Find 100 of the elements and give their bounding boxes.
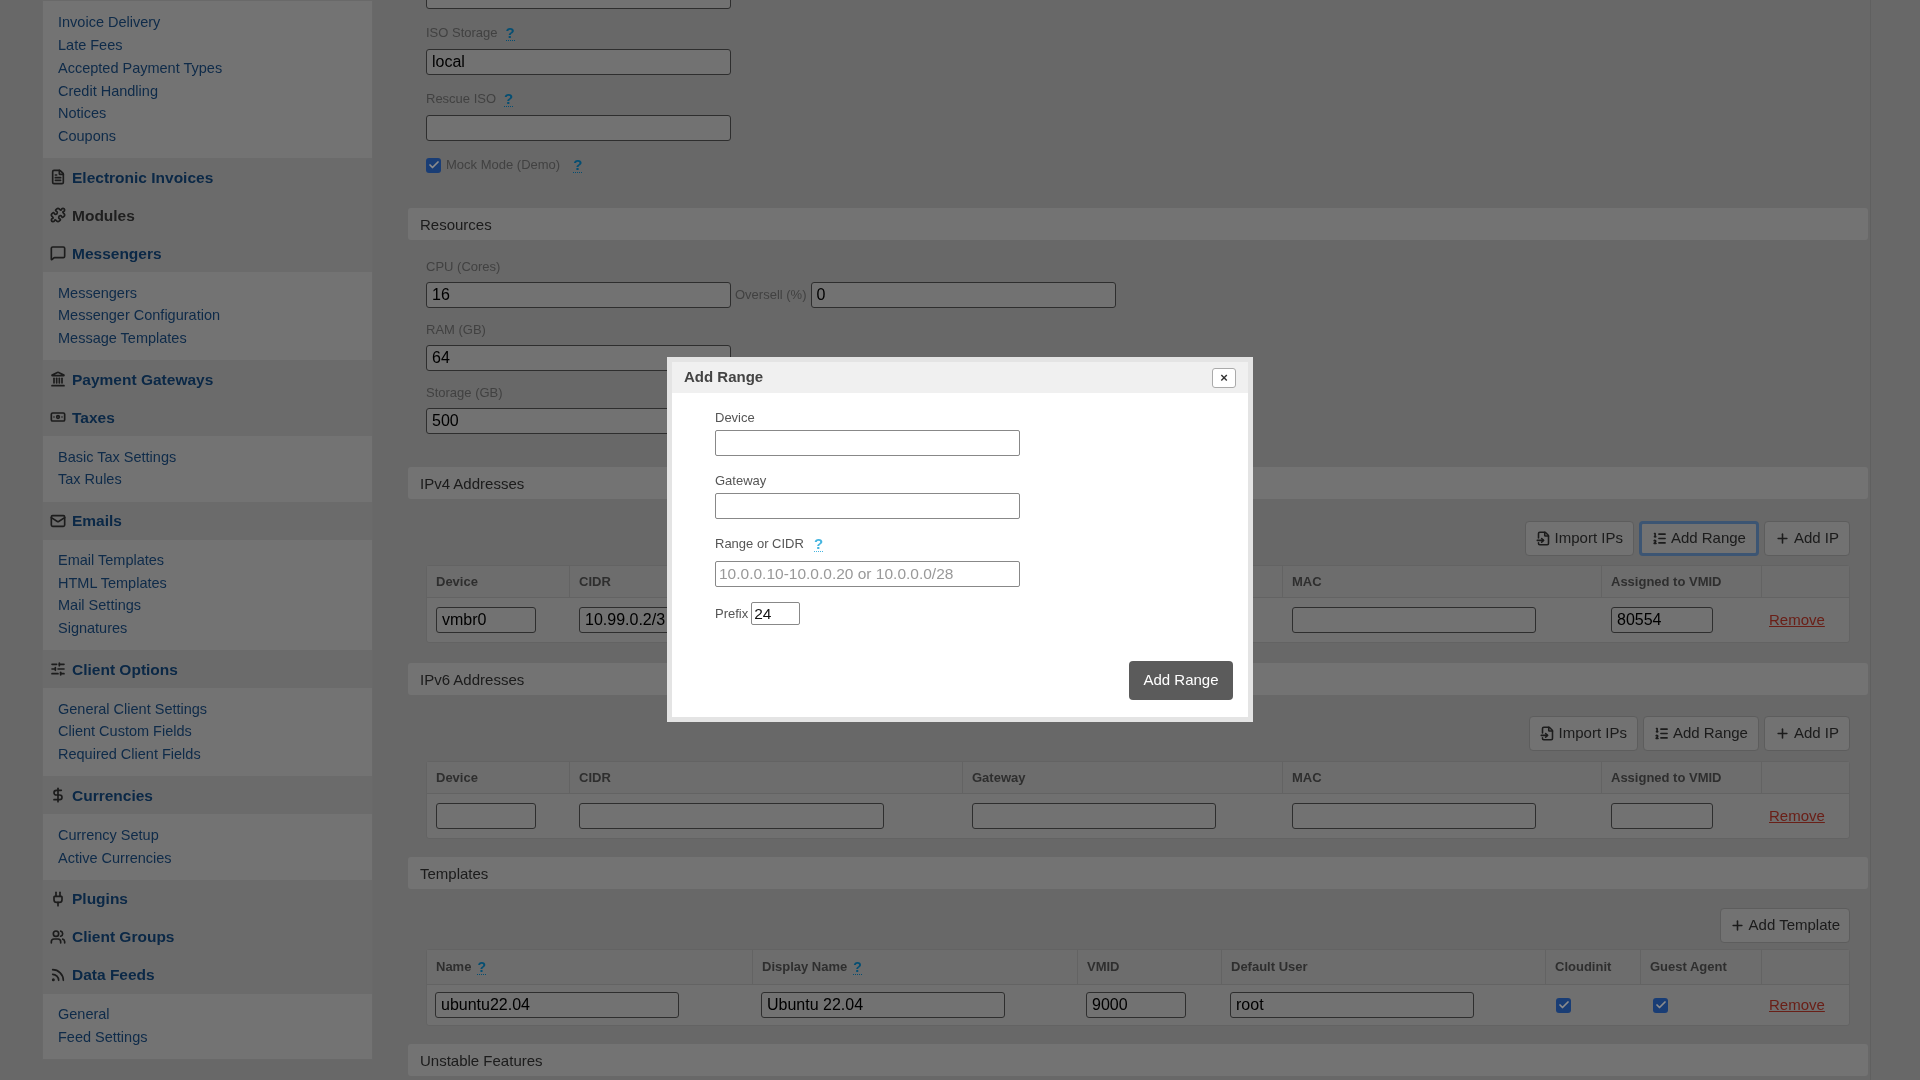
file-import-icon [1535, 531, 1551, 546]
toolbar-button[interactable]: Add Range [1642, 716, 1759, 751]
cidr-field[interactable] [579, 803, 884, 829]
sidebar-link[interactable]: Signatures [58, 618, 128, 640]
sidebar-link[interactable]: Basic Tax Settings [58, 446, 177, 469]
toolbar-button[interactable]: Add Range [1638, 521, 1759, 556]
help-link[interactable]: ? [813, 536, 824, 552]
sidebar-link[interactable]: Message Templates [58, 327, 187, 350]
checkbox[interactable] [1556, 997, 1571, 1013]
text-field[interactable] [715, 430, 1020, 456]
column-header: Assigned to VMID [1611, 572, 1722, 591]
sliders-icon [50, 661, 66, 678]
toolbar-button[interactable]: Add IP [1763, 716, 1850, 751]
mac-field[interactable] [1292, 803, 1536, 829]
vmid-field[interactable]: 80554 [1611, 607, 1713, 633]
chat-bubble-icon [50, 245, 66, 262]
sidebar-link[interactable]: Tax Rules [58, 469, 122, 492]
sidebar-section-header[interactable]: Modules [43, 196, 372, 235]
sidebar-section-header[interactable]: Taxes [43, 398, 372, 437]
rescue-iso-field[interactable] [426, 115, 731, 141]
help-link[interactable]: ? [573, 157, 583, 173]
sidebar-link[interactable]: Messengers [58, 282, 137, 305]
sidebar-link[interactable]: General Client Settings [58, 698, 208, 721]
column-header: Default User [1231, 958, 1308, 977]
toolbar-button[interactable]: Import IPs [1528, 716, 1638, 751]
sidebar-section-header[interactable]: Messengers [43, 234, 372, 273]
sidebar-link[interactable]: General [58, 1004, 110, 1026]
sidebar-link[interactable]: Mail Settings [58, 595, 141, 618]
column-header: VMID [1087, 958, 1120, 977]
prefix-field[interactable]: 24 [751, 602, 801, 625]
sidebar-section-header[interactable]: Data Feeds [43, 955, 372, 994]
default-user-field[interactable]: root [1230, 992, 1474, 1018]
plus-icon [1729, 918, 1745, 933]
help-link[interactable]: ? [853, 959, 862, 975]
sidebar-link[interactable]: Credit Handling [58, 80, 158, 103]
section-header: Resources [408, 208, 1868, 240]
column-header: Device [436, 572, 478, 591]
sidebar-section-header[interactable]: Currencies [43, 776, 372, 815]
add-range-button[interactable]: Add Range [1129, 661, 1233, 700]
remove-link[interactable]: Remove [1769, 996, 1825, 1013]
gateway-field[interactable] [972, 803, 1216, 829]
column-header: Cloudinit [1555, 958, 1612, 977]
sidebar-section-header[interactable]: Client Options [43, 650, 372, 689]
oversell-field[interactable]: 0 [810, 282, 1116, 308]
sidebar-link[interactable]: Messenger Configuration [58, 305, 220, 328]
resource-field[interactable]: 16 [426, 282, 731, 308]
help-link[interactable]: ? [477, 959, 486, 975]
sidebar-link[interactable]: Required Client Fields [58, 744, 201, 766]
help-link[interactable]: ? [504, 91, 514, 107]
sidebar-section-header[interactable]: Payment Gateways [43, 360, 372, 399]
column-header: Name [436, 958, 472, 977]
column-header: Device [436, 768, 478, 787]
sidebar-link[interactable]: Currency Setup [58, 824, 159, 847]
column-header: CIDR [579, 768, 611, 787]
sidebar-link[interactable]: Invoice Delivery [58, 12, 161, 35]
envelope-icon [50, 512, 66, 529]
sidebar-link[interactable]: Email Templates [58, 550, 165, 572]
section-header: Unstable Features [408, 1044, 1868, 1076]
list-icon [1653, 726, 1669, 741]
name-field[interactable]: ubuntu22.04 [435, 992, 679, 1018]
sidebar-link[interactable]: Notices [58, 103, 107, 125]
toolbar-button[interactable]: Add IP [1763, 521, 1850, 556]
field-label: Gateway [715, 472, 767, 491]
device-field[interactable] [436, 803, 536, 829]
users-icon [50, 928, 66, 945]
vmid-field[interactable] [1611, 803, 1713, 829]
sidebar-link[interactable]: Active Currencies [58, 847, 172, 870]
device-field[interactable]: vmbr0 [436, 607, 536, 633]
file-import-icon [1539, 726, 1555, 741]
sidebar-link[interactable]: Feed Settings [58, 1026, 148, 1049]
sidebar-link[interactable]: Late Fees [58, 35, 123, 57]
sidebar-section-header[interactable]: Client Groups [43, 917, 372, 956]
field-label: Range or CIDR [715, 535, 804, 554]
list-icon [1651, 531, 1667, 546]
column-header: Guest Agent [1650, 958, 1727, 977]
plus-icon [1774, 726, 1790, 741]
add-template-button[interactable]: Add Template [1719, 908, 1850, 943]
rss-icon [50, 966, 66, 983]
checkbox[interactable] [426, 157, 441, 173]
mac-field[interactable] [1292, 607, 1536, 633]
text-field[interactable] [715, 493, 1020, 519]
sidebar-link[interactable]: Coupons [58, 125, 117, 148]
sidebar-section-header[interactable]: Electronic Invoices [43, 158, 372, 197]
remove-link[interactable]: Remove [1769, 611, 1825, 628]
sidebar-link[interactable]: Accepted Payment Types [58, 57, 223, 80]
plug-icon [50, 890, 66, 907]
help-link[interactable]: ? [505, 25, 515, 41]
checkbox[interactable] [1653, 997, 1668, 1013]
dollar-icon [50, 787, 66, 804]
sidebar-section-header[interactable]: Plugins [43, 879, 372, 918]
close-button[interactable]: × [1212, 367, 1236, 388]
iso-storage-field[interactable]: local [426, 49, 731, 75]
text-field[interactable]: 10.0.0.10-10.0.0.20 or 10.0.0.0/28 [715, 561, 1020, 587]
sidebar-section-header[interactable]: Emails [43, 501, 372, 540]
sidebar-link[interactable]: Client Custom Fields [58, 721, 192, 744]
display-name-field[interactable]: Ubuntu 22.04 [761, 992, 1005, 1018]
sidebar-link[interactable]: HTML Templates [58, 572, 167, 595]
vmid-field[interactable]: 9000 [1086, 992, 1186, 1018]
remove-link[interactable]: Remove [1769, 807, 1825, 824]
toolbar-button[interactable]: Import IPs [1524, 521, 1634, 556]
